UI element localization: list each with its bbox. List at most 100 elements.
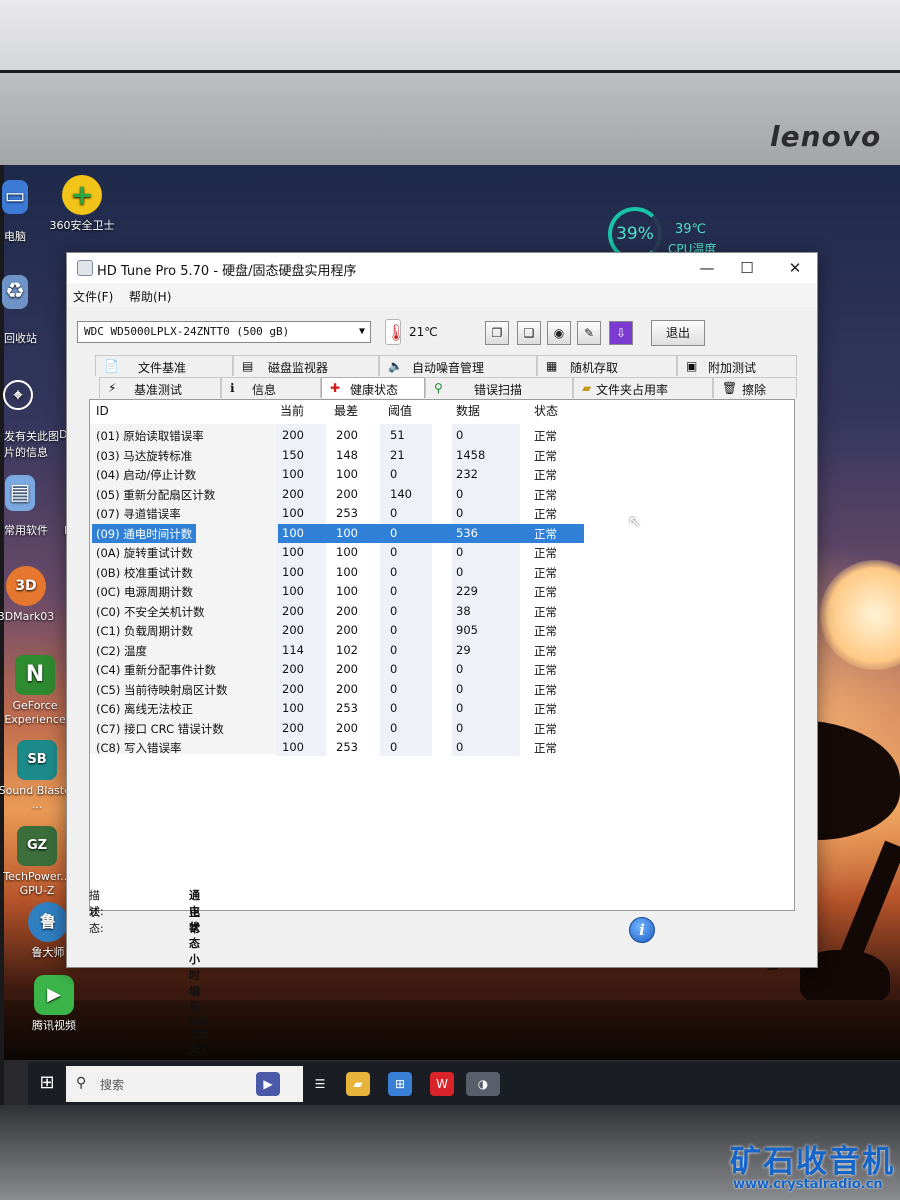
grid-icon: ▦ — [546, 359, 558, 373]
table-row-id[interactable]: (C2) 温度 — [92, 641, 274, 660]
minimize-button[interactable]: — — [687, 256, 727, 280]
desktop-icon-360-security[interactable]: + 360安全卫士 — [42, 175, 122, 233]
table-row[interactable]: 100 100 0 232 正常 — [278, 465, 584, 484]
table-row[interactable]: 200 200 0 0 正常 — [278, 680, 584, 699]
table-row-id[interactable]: (0B) 校准重试计数 — [92, 563, 274, 582]
table-row[interactable]: 100 253 0 0 正常 — [278, 699, 584, 718]
table-row-id[interactable]: (0A) 旋转重试计数 — [92, 543, 274, 562]
options-button[interactable]: ✎ — [577, 321, 601, 345]
attribute-threshold: 0 — [390, 623, 398, 637]
attribute-worst: 253 — [336, 701, 358, 715]
tab-random-access[interactable]: ▦ 随机存取 — [537, 355, 677, 376]
desktop-icon-geforce-experience[interactable]: N GeForce Experience — [0, 655, 75, 727]
tab-benchmark[interactable]: ⚡ 基准测试 — [99, 377, 221, 398]
desktop-icon-this-pc-label[interactable]: 电脑 — [4, 228, 26, 244]
table-row-id[interactable]: (C7) 接口 CRC 错误计数 — [92, 719, 274, 738]
attribute-data: 0 — [456, 545, 464, 559]
store-icon[interactable]: ⊞ — [388, 1072, 412, 1096]
tab-aam[interactable]: 🔈 自动噪音管理 — [379, 355, 537, 376]
table-row[interactable]: 114 102 0 29 正常 — [278, 641, 584, 660]
attribute-current: 100 — [282, 584, 304, 598]
windows-start-button[interactable]: ⊞ — [36, 1072, 58, 1094]
table-row[interactable]: 100 100 0 229 正常 — [278, 582, 584, 601]
table-row[interactable]: 200 200 51 0 正常 — [278, 426, 584, 445]
table-row[interactable]: 100 253 0 0 正常 — [278, 504, 584, 523]
maximize-button[interactable]: ☐ — [727, 256, 767, 280]
attribute-data: 0 — [456, 740, 464, 754]
table-row[interactable]: 200 200 140 0 正常 — [278, 485, 584, 504]
close-button[interactable]: ✕ — [775, 256, 815, 280]
screenshot-button[interactable]: ◉ — [547, 321, 571, 345]
attribute-data: 232 — [456, 467, 478, 481]
table-row-id[interactable]: (0C) 电源周期计数 — [92, 582, 274, 601]
column-header-status[interactable]: 状态 — [534, 402, 558, 419]
exit-button[interactable]: 退出 — [651, 320, 705, 346]
table-row[interactable]: 100 100 0 0 正常 — [278, 543, 584, 562]
tab-error-scan[interactable]: ⚲ 错误扫描 — [425, 377, 573, 398]
save-button[interactable]: ⇩ — [609, 321, 633, 345]
table-row[interactable]: 200 200 0 905 正常 — [278, 621, 584, 640]
tab-disk-monitor[interactable]: ▤ 磁盘监视器 — [233, 355, 379, 376]
wps-icon[interactable]: W — [430, 1072, 454, 1096]
table-row[interactable]: 200 200 0 0 正常 — [278, 660, 584, 679]
table-row-id[interactable]: (C4) 重新分配事件计数 — [92, 660, 274, 679]
desktop-icon-this-pc[interactable]: ▭ — [0, 180, 30, 218]
taskbar-media-icon[interactable]: ▶ — [256, 1072, 280, 1096]
table-row-id[interactable]: (07) 寻道错误率 — [92, 504, 274, 523]
table-row-id[interactable]: (C5) 当前待映射扇区计数 — [92, 680, 274, 699]
table-row[interactable]: 100 100 0 536 正常 — [278, 523, 584, 543]
table-row[interactable]: 100 100 0 0 正常 — [278, 563, 584, 582]
attribute-worst: 100 — [336, 545, 358, 559]
table-row[interactable]: 200 200 0 38 正常 — [278, 602, 584, 621]
file-explorer-icon[interactable]: ▰ — [346, 1072, 370, 1096]
attribute-name: (C0) 不安全关机计数 — [96, 604, 205, 619]
smart-attribute-list[interactable]: ID 当前 最差 阈值 数据 状态 (01) 原始读取错误率 200 200 51 0 正… — [90, 400, 796, 872]
table-row[interactable]: 100 253 0 0 正常 — [278, 738, 584, 757]
attribute-worst: 200 — [336, 662, 358, 676]
info-icon[interactable]: i — [629, 917, 655, 943]
table-row[interactable]: 200 200 0 0 正常 — [278, 719, 584, 738]
window-titlebar[interactable]: HD Tune Pro 5.70 - 硬盘/固态硬盘实用程序 — ☐ ✕ — [67, 253, 817, 283]
table-row-id[interactable]: (C1) 负载周期计数 — [92, 621, 274, 640]
desktop-icon-learn-about-picture[interactable]: ⌖ — [0, 380, 36, 414]
attribute-threshold: 0 — [390, 545, 398, 559]
tab-info[interactable]: ℹ 信息 — [221, 377, 321, 398]
table-row-id[interactable]: (04) 启动/停止计数 — [92, 465, 274, 484]
table-row-id[interactable]: (01) 原始读取错误率 — [92, 426, 274, 445]
drive-select[interactable]: WDC WD5000LPLX-24ZNTT0 (500 gB) ▼ — [77, 321, 371, 343]
tencent-video-icon: ▶ — [34, 975, 74, 1015]
copy-all-button[interactable]: ❏ — [517, 321, 541, 345]
attribute-data: 0 — [456, 681, 464, 696]
table-row[interactable]: 150 148 21 1458 正常 — [278, 446, 584, 465]
attribute-status: 正常 — [534, 468, 557, 482]
tab-folder-usage[interactable]: ▰ 文件夹占用率 — [573, 377, 713, 398]
task-view-icon[interactable]: ☰ — [308, 1072, 332, 1096]
desktop-icon-recycle-bin[interactable]: ♻ — [0, 275, 30, 313]
column-header-current[interactable]: 当前 — [280, 402, 304, 419]
table-row-id[interactable]: (C8) 写入错误率 — [92, 738, 274, 757]
tab-erase[interactable]: 🗑 擦除 — [713, 377, 797, 398]
table-row-id[interactable]: (C0) 不安全关机计数 — [92, 602, 274, 621]
tab-file-benchmark[interactable]: 📄 文件基准 — [95, 355, 233, 376]
table-row-id[interactable]: (C6) 离线无法校正 — [92, 699, 274, 718]
table-row-id[interactable]: (03) 马达旋转标准 — [92, 446, 274, 465]
tab-extra-tests[interactable]: ▣ 附加测试 — [677, 355, 797, 376]
desktop-icon-label: TechPower... GPU-Z — [3, 870, 71, 897]
tab-health[interactable]: ✚ 健康状态 — [321, 377, 425, 398]
desktop-icon-label: Sound Blaster ... — [0, 784, 76, 811]
column-header-data[interactable]: 数据 — [456, 402, 480, 419]
column-header-id[interactable]: ID — [96, 404, 109, 418]
table-row-id[interactable]: (05) 重新分配扇区计数 — [92, 485, 274, 504]
copy-text-button[interactable]: ❐ — [485, 321, 509, 345]
table-row-id[interactable]: (09) 通电时间计数 — [92, 523, 196, 543]
column-header-threshold[interactable]: 阈值 — [388, 402, 412, 419]
menu-help[interactable]: 帮助(H) — [129, 288, 171, 305]
menu-file[interactable]: 文件(F) — [73, 288, 113, 305]
desktop-icon-3dmark03[interactable]: 3D 3DMark03 — [0, 566, 66, 624]
column-header-worst[interactable]: 最差 — [334, 402, 358, 419]
desktop-icon-tencent-video[interactable]: ▶ 腾讯视频 — [14, 975, 94, 1033]
attribute-status: 正常 — [534, 741, 557, 755]
desktop-icon-learn-label-1: 发有关此图 — [4, 430, 59, 443]
hdtune-taskbar-icon[interactable]: ◑ — [466, 1072, 500, 1096]
desktop-icon-common-software[interactable]: ▤ — [0, 475, 40, 515]
